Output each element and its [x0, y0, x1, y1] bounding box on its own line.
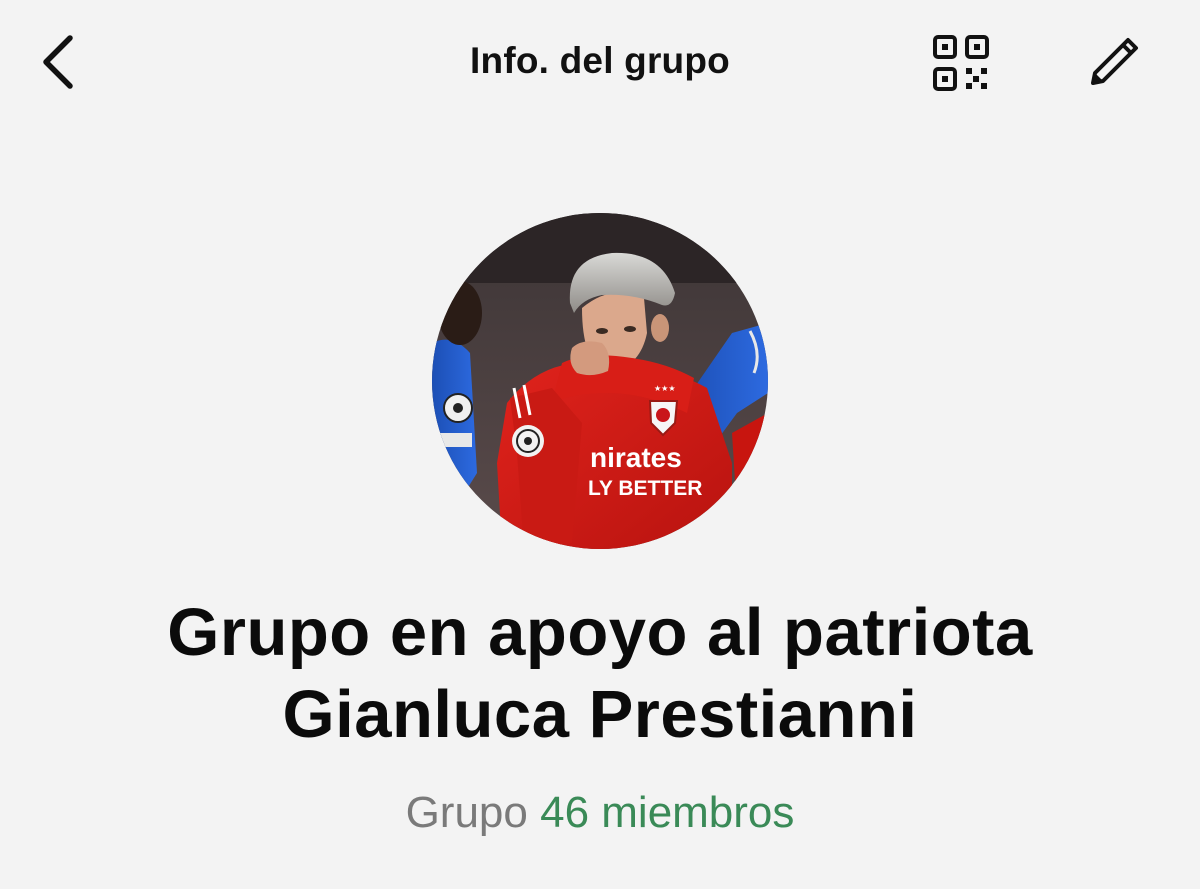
group-avatar[interactable]: ★★★ nirates LY BETTER: [432, 213, 768, 549]
group-subtitle: Grupo 46 miembros: [0, 786, 1200, 840]
group-name-line1: Grupo en apoyo al patriota: [167, 595, 1033, 670]
group-name-line2: Gianluca Prestianni: [282, 677, 918, 752]
edit-button[interactable]: [1080, 30, 1146, 96]
group-avatar-image: ★★★ nirates LY BETTER: [432, 213, 768, 549]
jersey-sponsor-line1: nirates: [590, 442, 682, 473]
group-info-screen: Info. del grupo ★★★ nirates LY BETTER Gr…: [0, 0, 1200, 889]
page-title: Info. del grupo: [470, 40, 730, 81]
jersey-sponsor-line2: LY BETTER: [588, 477, 702, 500]
group-name: Grupo en apoyo al patriota Gianluca Pres…: [40, 592, 1160, 756]
group-type-label: Grupo: [405, 788, 541, 837]
qr-code-icon: [933, 35, 989, 91]
qr-code-button[interactable]: [928, 30, 994, 96]
members-count-link[interactable]: 46 miembros: [540, 788, 794, 837]
navigation-bar: Info. del grupo: [0, 0, 1200, 125]
pencil-icon: [1091, 38, 1138, 85]
svg-text:★★★: ★★★: [654, 384, 676, 393]
